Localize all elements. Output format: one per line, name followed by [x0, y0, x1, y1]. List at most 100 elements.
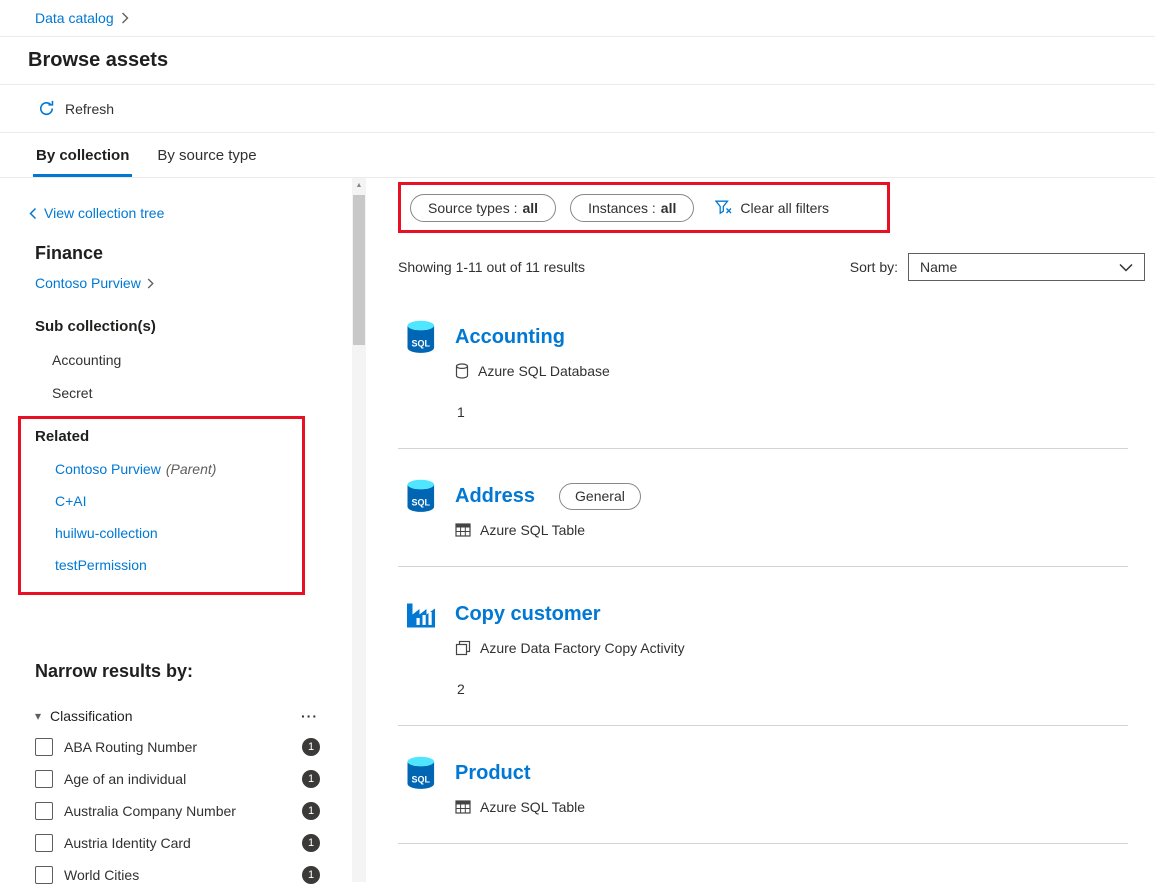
results-list: SQL Accounting Azure SQL Database 1 SQL …: [398, 290, 1128, 844]
clear-filter-icon: [715, 200, 732, 215]
source-types-label: Source types :: [428, 200, 518, 216]
asset-type-label: Azure Data Factory Copy Activity: [480, 640, 685, 656]
collection-parent-link-label: Contoso Purview: [35, 275, 141, 291]
page-title: Browse assets: [28, 49, 168, 72]
related-link-label: huilwu-collection: [55, 525, 158, 541]
tab-by-collection[interactable]: By collection: [22, 133, 143, 177]
scrollbar-thumb[interactable]: [353, 195, 365, 345]
related-link-label: testPermission: [55, 557, 147, 573]
svg-text:SQL: SQL: [412, 498, 431, 508]
checkbox[interactable]: [35, 738, 53, 756]
result-item-product: SQL Product Azure SQL Table: [398, 726, 1128, 844]
related-link-huilwu-collection[interactable]: huilwu-collection: [35, 525, 302, 541]
page-header: Browse assets: [0, 37, 1155, 85]
more-options-button[interactable]: ···: [301, 708, 318, 724]
azure-sql-database-icon: SQL: [404, 320, 438, 354]
facet-count-badge: 1: [302, 738, 320, 756]
tab-by-source-type-label: By source type: [157, 147, 256, 164]
result-item-accounting: SQL Accounting Azure SQL Database 1: [398, 290, 1128, 449]
asset-type-label: Azure SQL Database: [478, 363, 610, 379]
pivot-tabs: By collection By source type: [0, 133, 1155, 178]
collection-name: Finance: [35, 243, 352, 264]
related-link-c-ai[interactable]: C+AI: [35, 493, 302, 509]
narrow-results-heading: Narrow results by:: [35, 661, 352, 682]
chevron-left-icon: [29, 207, 37, 220]
refresh-button[interactable]: Refresh: [38, 100, 114, 117]
facet-label: ABA Routing Number: [64, 739, 302, 755]
tab-by-source-type[interactable]: By source type: [143, 133, 270, 177]
clear-all-filters-button[interactable]: Clear all filters: [715, 200, 829, 216]
facet-aba-routing-number[interactable]: ABA Routing Number 1: [35, 738, 320, 756]
result-item-address: SQL Address General Azure SQL Table: [398, 449, 1128, 567]
table-icon: [455, 522, 471, 538]
svg-text:SQL: SQL: [412, 775, 431, 785]
chevron-down-icon: ▾: [35, 709, 41, 723]
results-panel: Source types : all Instances : all Clear…: [366, 178, 1155, 882]
instances-label: Instances :: [588, 200, 656, 216]
tab-by-collection-label: By collection: [36, 147, 129, 164]
classification-facet-header[interactable]: ▾ Classification ···: [35, 708, 318, 724]
facet-count-badge: 1: [302, 834, 320, 852]
glossary-term-badge[interactable]: General: [559, 483, 641, 510]
related-link-suffix: (Parent): [166, 461, 217, 477]
asset-title-link[interactable]: Address: [455, 485, 535, 508]
facet-austria-identity-card[interactable]: Austria Identity Card 1: [35, 834, 320, 852]
facet-australia-company-number[interactable]: Australia Company Number 1: [35, 802, 320, 820]
copy-activity-icon: [455, 640, 471, 656]
related-link-label: C+AI: [55, 493, 87, 509]
related-link-label: Contoso Purview: [55, 461, 161, 477]
annotation-box-filters: Source types : all Instances : all Clear…: [398, 182, 890, 233]
collection-parent-link[interactable]: Contoso Purview: [35, 275, 352, 291]
facet-label: Austria Identity Card: [64, 835, 302, 851]
source-types-filter-pill[interactable]: Source types : all: [410, 194, 556, 222]
sort-by-label: Sort by:: [850, 259, 898, 275]
instances-filter-pill[interactable]: Instances : all: [570, 194, 694, 222]
table-icon: [455, 799, 471, 815]
asset-type-label: Azure SQL Table: [480, 522, 585, 538]
breadcrumb-link-data-catalog[interactable]: Data catalog: [35, 10, 114, 26]
data-factory-icon: [404, 597, 438, 631]
breadcrumb-chevron-icon: [121, 12, 129, 24]
sub-collections-heading: Sub collection(s): [35, 318, 352, 335]
checkbox[interactable]: [35, 770, 53, 788]
command-bar: Refresh: [0, 85, 1155, 133]
clear-all-filters-label: Clear all filters: [740, 200, 829, 216]
sub-collection-item-secret[interactable]: Secret: [35, 385, 352, 401]
results-summary: Showing 1-11 out of 11 results: [398, 259, 585, 275]
refresh-icon: [38, 100, 55, 117]
asset-title-link[interactable]: Accounting: [455, 326, 565, 349]
related-link-contoso-purview[interactable]: Contoso Purview (Parent): [35, 461, 302, 477]
view-collection-tree-link[interactable]: View collection tree: [29, 205, 352, 221]
chevron-right-icon: [147, 278, 154, 289]
facet-count-badge: 1: [302, 770, 320, 788]
related-link-testpermission[interactable]: testPermission: [35, 557, 302, 573]
sort-dropdown-value: Name: [920, 259, 957, 275]
facet-label: World Cities: [64, 867, 302, 883]
checkbox[interactable]: [35, 834, 53, 852]
database-icon: [455, 363, 469, 379]
annotation-box-related: Related Contoso Purview (Parent) C+AI hui…: [18, 416, 305, 595]
asset-title-link[interactable]: Copy customer: [455, 603, 601, 626]
result-item-copy-customer: Copy customer Azure Data Factory Copy Ac…: [398, 567, 1128, 726]
related-heading: Related: [35, 428, 302, 445]
azure-sql-table-icon: SQL: [404, 756, 438, 790]
facet-label: Age of an individual: [64, 771, 302, 787]
asset-related-count: 2: [457, 681, 1128, 697]
checkbox[interactable]: [35, 866, 53, 884]
sub-collection-item-accounting[interactable]: Accounting: [35, 352, 352, 368]
sort-dropdown[interactable]: Name: [908, 253, 1145, 281]
chevron-down-icon: [1119, 263, 1133, 272]
facet-age-of-individual[interactable]: Age of an individual 1: [35, 770, 320, 788]
sidebar-scrollbar[interactable]: ▲: [352, 178, 366, 882]
facet-label: Australia Company Number: [64, 803, 302, 819]
checkbox[interactable]: [35, 802, 53, 820]
asset-title-link[interactable]: Product: [455, 762, 531, 785]
refresh-label: Refresh: [65, 101, 114, 117]
asset-type-label: Azure SQL Table: [480, 799, 585, 815]
azure-sql-table-icon: SQL: [404, 479, 438, 513]
facet-world-cities[interactable]: World Cities 1: [35, 866, 320, 884]
results-header: Showing 1-11 out of 11 results Sort by: …: [398, 253, 1145, 281]
collection-sidebar: View collection tree Finance Contoso Pur…: [0, 178, 352, 882]
source-types-value: all: [523, 200, 539, 216]
scrollbar-up-arrow[interactable]: ▲: [352, 178, 366, 193]
